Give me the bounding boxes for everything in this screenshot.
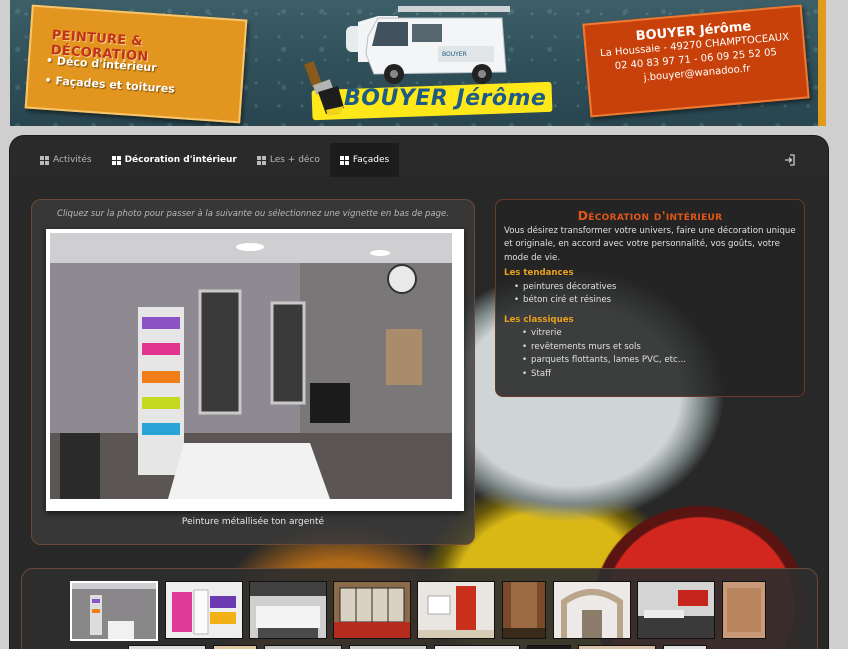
van-image: BOUYER [346, 6, 510, 84]
thumbnail-6[interactable] [502, 581, 546, 639]
svg-text:BOUYER: BOUYER [442, 51, 467, 58]
info-panel: Décoration d'intérieur Vous désirez tran… [495, 199, 805, 397]
thumbnail-4[interactable] [333, 581, 411, 639]
photo-hint: Cliquez sur la photo pour passer à la su… [57, 209, 449, 219]
thumbnail-16[interactable] [578, 645, 656, 649]
thumbnail-8[interactable] [637, 581, 715, 639]
grid-icon [256, 155, 266, 165]
sign-in-icon[interactable] [784, 154, 796, 166]
nav-item-plus-deco[interactable]: Les + déco [247, 143, 330, 177]
nav-item-label: Décoration d'intérieur [124, 155, 237, 165]
thumbnail-15[interactable] [527, 645, 571, 649]
thumbnail-11[interactable] [213, 645, 257, 649]
brand-name: BOUYER Jérôme [344, 86, 547, 111]
main-nav: Activités Décoration d'intérieur Les + d… [30, 143, 400, 177]
photo-panel: Cliquez sur la photo pour passer à la su… [31, 199, 475, 545]
thumbnail-5[interactable] [417, 581, 495, 639]
thumbnail-13[interactable] [349, 645, 427, 649]
list-item: parquets flottants, lames PVC, etc... [522, 354, 804, 368]
header-banner: PEINTURE & DÉCORATION • Déco d'intérieur… [10, 0, 826, 126]
thumbnail-17[interactable] [663, 645, 707, 649]
list-tendances: peintures décoratives béton ciré et rési… [496, 281, 804, 308]
section-heading-tendances: Les tendances [504, 268, 574, 278]
salon-photo [50, 233, 452, 499]
nav-item-label: Les + déco [269, 155, 320, 165]
list-item: béton ciré et résines [514, 294, 804, 308]
thumbnail-2[interactable] [165, 581, 243, 639]
thumbnail-1[interactable] [70, 581, 158, 641]
banner-edge [818, 0, 826, 126]
thumbnail-12[interactable] [264, 645, 342, 649]
service-item-facades: • Façades et toitures [44, 73, 176, 96]
paintbrush-icon [304, 61, 344, 116]
grid-icon [339, 155, 349, 165]
photo-caption: Peinture métallisée ton argenté [181, 517, 325, 527]
services-sticker: PEINTURE & DÉCORATION • Déco d'intérieur… [24, 4, 248, 124]
thumbnail-14[interactable] [434, 645, 520, 649]
grid-icon [40, 155, 49, 165]
list-item: revêtements murs et sols [522, 341, 804, 355]
nav-item-label: Façades [352, 155, 390, 165]
section-heading-classiques: Les classiques [504, 314, 574, 325]
nav-item-label: Activités [53, 155, 92, 165]
thumbnail-3[interactable] [249, 581, 327, 639]
thumbnail-7[interactable] [553, 581, 631, 639]
grid-icon [111, 155, 121, 165]
list-item: vitrerie [522, 327, 804, 341]
nav-item-decoration[interactable]: Décoration d'intérieur [102, 143, 247, 177]
nav-item-facades[interactable]: Façades [329, 143, 400, 177]
info-intro: Vous désirez transformer votre univers, … [504, 225, 796, 263]
thumbnail-9[interactable] [722, 581, 766, 639]
list-item: peintures décoratives [514, 281, 804, 295]
thumbnail-strip [21, 568, 818, 649]
list-item: Staff [522, 368, 804, 382]
contact-sticker: BOUYER Jérôme La Houssaie - 49270 CHAMPT… [582, 4, 810, 118]
info-title: Décoration d'intérieur [577, 208, 723, 223]
nav-item-activites[interactable]: Activités [30, 143, 102, 177]
thumbnail-10[interactable] [128, 645, 206, 649]
main-content: Activités Décoration d'intérieur Les + d… [10, 136, 828, 649]
main-photo[interactable] [46, 229, 464, 511]
list-classiques: vitrerie revêtements murs et sols parque… [496, 327, 804, 381]
